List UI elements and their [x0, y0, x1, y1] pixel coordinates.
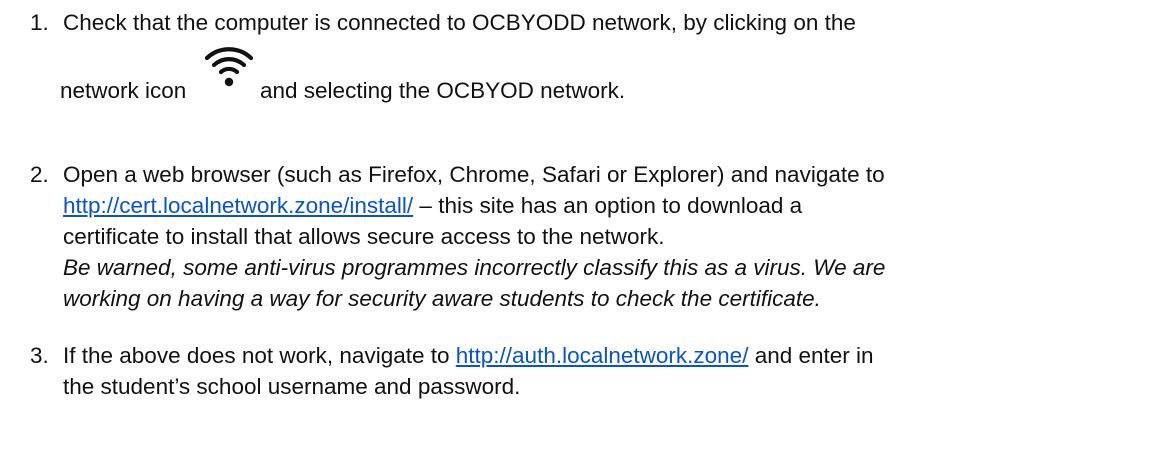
warning-line-1: Be warned, some anti-virus programmes in… — [63, 255, 886, 280]
cert-install-link[interactable]: http://cert.localnetwork.zone/install/ — [63, 193, 413, 218]
step-number: 3. — [30, 343, 49, 368]
warning-line-2: working on having a way for security awa… — [63, 286, 821, 311]
step-3-prefix: If the above does not work, navigate to — [63, 343, 456, 368]
step-3-suffix: and enter in — [748, 343, 874, 368]
instructions-document: 1. Check that the computer is connected … — [0, 0, 1156, 457]
step-1-line-network-suffix: and selecting the OCBYOD network. — [260, 78, 626, 103]
step-1-line-1: Check that the computer is connected to … — [63, 10, 856, 35]
step-number: 1. — [30, 10, 49, 35]
step-number: 2. — [30, 162, 49, 187]
step-2-line-2: http://cert.localnetwork.zone/install/ –… — [63, 193, 802, 219]
step-1-line-network-label: network icon — [60, 78, 187, 103]
wifi-icon[interactable] — [203, 42, 255, 90]
step-2-link-suffix: – this site has an option to download a — [413, 193, 803, 218]
step-3-line-1: If the above does not work, navigate to … — [63, 343, 874, 369]
step-2-line-3: certificate to install that allows secur… — [63, 224, 665, 249]
step-2-line-1: Open a web browser (such as Firefox, Chr… — [63, 162, 885, 187]
step-3-line-2: the student’s school username and passwo… — [63, 374, 521, 399]
auth-link[interactable]: http://auth.localnetwork.zone/ — [456, 343, 749, 368]
